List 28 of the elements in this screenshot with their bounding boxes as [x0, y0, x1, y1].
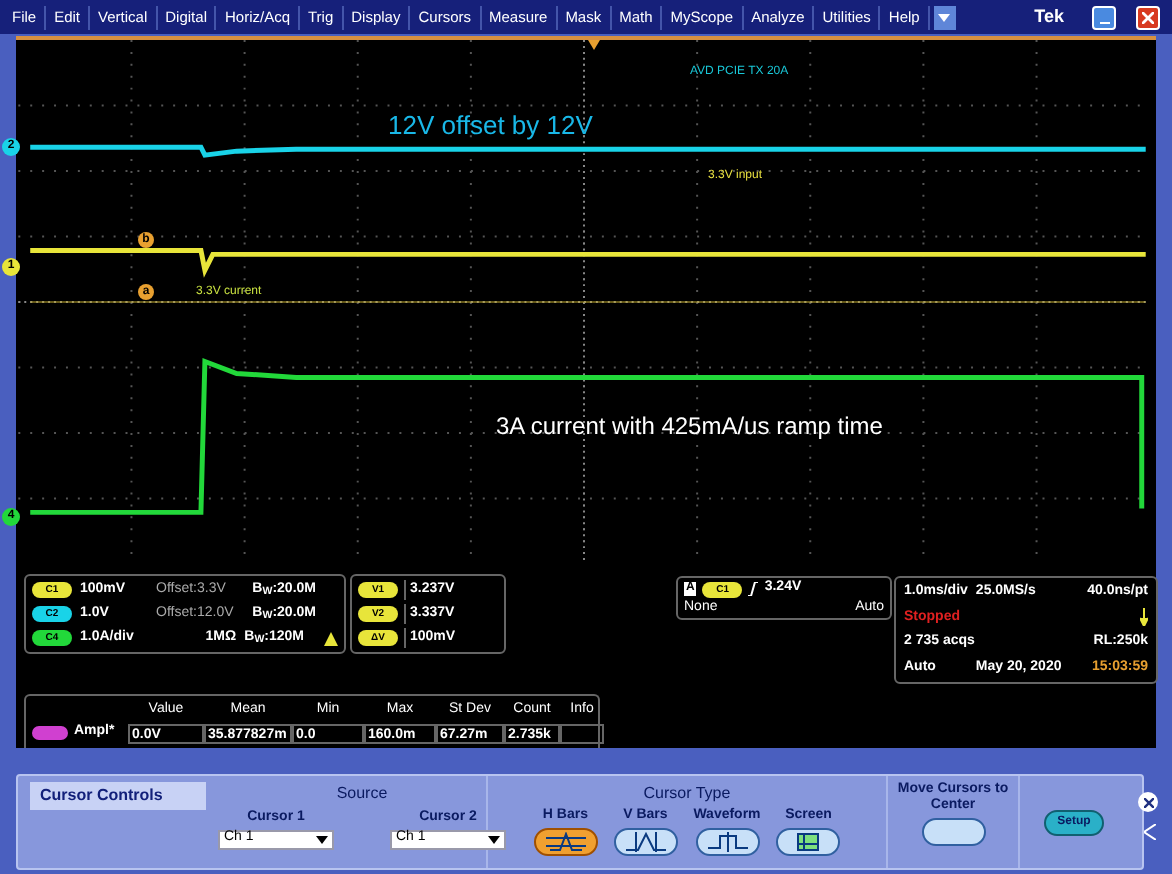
- cursor-type-button[interactable]: [613, 827, 678, 855]
- screen-icon: [796, 831, 821, 851]
- cursor-type-button[interactable]: [776, 827, 841, 855]
- arrow-down-icon: [1140, 607, 1148, 625]
- waveform-annotation: 12V offset by 12V: [388, 108, 593, 144]
- caret-icon: [938, 13, 951, 21]
- caret-icon: [316, 835, 328, 843]
- rising-edge-icon: [748, 582, 759, 596]
- section-label: Cursor Type: [643, 782, 731, 806]
- panel-tab[interactable]: Cursor Controls: [30, 782, 206, 810]
- menu-dropdown-button[interactable]: [933, 5, 956, 29]
- brand-logo: Tek: [1034, 3, 1064, 30]
- close-button[interactable]: [1138, 792, 1158, 812]
- caret-icon: [488, 835, 500, 843]
- close-icon: [1142, 11, 1154, 23]
- cursor-type-button[interactable]: [533, 827, 598, 855]
- close-button[interactable]: [1136, 5, 1160, 29]
- section-label: Source: [336, 782, 388, 806]
- minimize-button[interactable]: [1092, 5, 1116, 29]
- close-icon: [1143, 797, 1153, 807]
- square-wave-icon: [705, 831, 749, 851]
- pulse-bars-icon: [623, 831, 668, 851]
- trigger-position-icon: [588, 40, 600, 50]
- move-cursors-button[interactable]: [921, 818, 985, 846]
- cursor-type-button[interactable]: [695, 827, 759, 855]
- waveform-annotation: 3A current with 425mA/us ramp time: [496, 410, 883, 444]
- pulse-bars-icon: [543, 831, 588, 851]
- measurement-badge: [32, 726, 68, 740]
